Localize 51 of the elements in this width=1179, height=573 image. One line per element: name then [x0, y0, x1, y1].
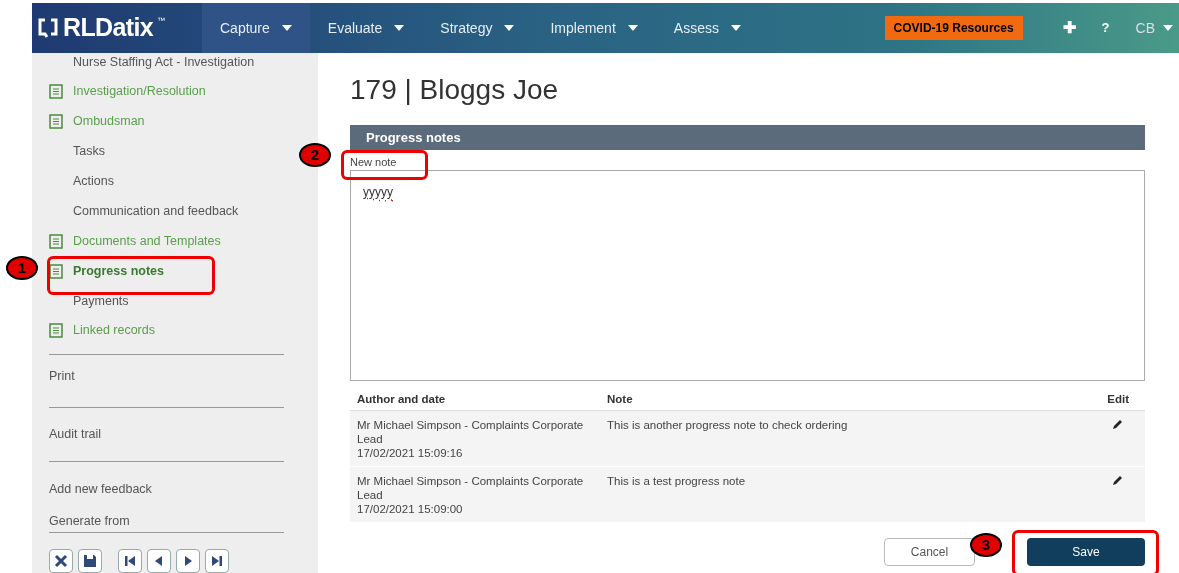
previous-record-button[interactable]: [147, 549, 171, 573]
table-cell: Mr Michael Simpson - Complaints Corporate Lead 17/02/2021 15:09:00: [350, 467, 600, 524]
sidebar-link[interactable]: Generate from: [49, 498, 284, 534]
step-number-badge: 2: [299, 143, 331, 167]
cross-icon: [53, 553, 69, 570]
step-number-badge: 1: [6, 256, 38, 280]
table-cell: Mr Michael Simpson - Complaints Corporate Lead 17/02/2021 15:09:16: [350, 411, 600, 468]
pencil-icon[interactable]: [1112, 419, 1123, 431]
sidebar-item[interactable]: Actions: [49, 166, 284, 197]
step-number-badge: 3: [970, 533, 1002, 557]
note-input-field[interactable]: yyyyy: [350, 170, 1145, 381]
sidebar-item[interactable]: Tasks: [49, 136, 284, 167]
menu-tab[interactable]: Assess: [655, 3, 759, 53]
save-icon-button[interactable]: [78, 549, 102, 573]
document-icon: [49, 84, 63, 100]
sidebar-link[interactable]: Add new feedback: [49, 461, 284, 499]
save-button[interactable]: Save: [1027, 538, 1145, 567]
field-label: New note: [350, 155, 398, 170]
record-title: 179 | Bloggs Joe: [350, 73, 560, 107]
last-record-button[interactable]: [205, 549, 229, 573]
menu-tab[interactable]: Capture: [202, 3, 310, 53]
panel-header: Progress notes: [350, 125, 1145, 150]
help-button[interactable]: ?: [1085, 18, 1126, 38]
caret-icon: [627, 25, 638, 31]
sidebar-item[interactable]: Progress notes: [49, 256, 284, 286]
sidebar-link[interactable]: Print: [49, 354, 284, 408]
next-record-button[interactable]: [176, 549, 200, 573]
add-button[interactable]: ✚: [1052, 16, 1086, 40]
caret-icon: [281, 25, 292, 31]
document-icon: [49, 114, 63, 130]
logo: RLDatix ™: [32, 9, 202, 47]
document-icon: [49, 263, 63, 279]
covid-resources-button[interactable]: COVID-19 Resources: [884, 16, 1023, 40]
caret-icon: [1163, 25, 1173, 31]
sidebar-item[interactable]: Communication and feedback: [49, 196, 284, 227]
cancel-button[interactable]: Cancel: [884, 538, 975, 567]
table-cell: This is a test progress note: [600, 467, 1085, 524]
pencil-icon[interactable]: [1112, 475, 1123, 487]
document-icon: [49, 233, 63, 249]
sidebar-item[interactable]: Payments: [49, 286, 284, 316]
table-cell: This is another progress note to check ordering: [600, 411, 1085, 468]
document-icon: [49, 323, 63, 339]
delete-button[interactable]: [49, 549, 73, 573]
menu-tab[interactable]: Evaluate: [309, 3, 423, 53]
caret-icon: [730, 25, 741, 31]
caret-icon: [504, 25, 515, 31]
caret-icon: [394, 25, 405, 31]
sidebar-link[interactable]: Audit trail: [49, 408, 284, 461]
first-record-button[interactable]: [118, 549, 142, 573]
menu-tab[interactable]: Implement: [532, 3, 656, 53]
menu-tab[interactable]: Strategy: [422, 3, 533, 53]
